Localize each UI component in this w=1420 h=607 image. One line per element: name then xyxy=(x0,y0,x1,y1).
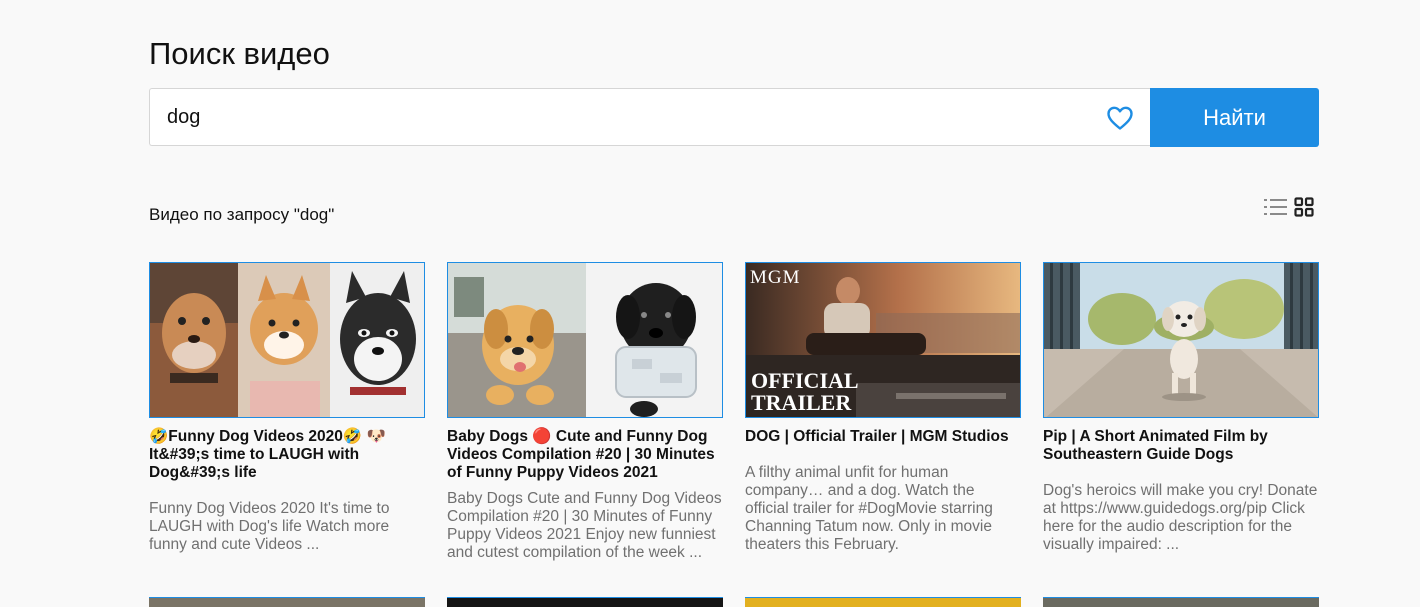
video-title[interactable]: Pip | A Short Animated Film by Southeast… xyxy=(1043,428,1319,464)
video-card: MGM OFFICIAL TRAILER DOG | Official Trai… xyxy=(745,262,1021,554)
thumbnail-caption-line1: OFFICIAL xyxy=(751,368,859,393)
video-card: Pip | A Short Animated Film by Southeast… xyxy=(1043,262,1319,554)
view-toggle xyxy=(1263,196,1319,218)
video-description: A filthy animal unfit for human company…… xyxy=(745,464,993,553)
search-box xyxy=(149,88,1150,146)
search-button[interactable]: Найти xyxy=(1150,88,1319,147)
video-thumbnail[interactable] xyxy=(149,597,425,607)
thumbnail-brand: MGM xyxy=(750,267,801,288)
video-title[interactable]: 🤣Funny Dog Videos 2020🤣 🐶 It&#39;s time … xyxy=(149,428,425,482)
video-search-page: Поиск видео Найти Видео по запросу "dog" xyxy=(0,0,1420,607)
video-thumbnail[interactable] xyxy=(447,597,723,607)
results-heading: Видео по запросу "dog" xyxy=(149,205,335,224)
video-thumbnail[interactable] xyxy=(149,262,425,418)
video-thumbnail[interactable] xyxy=(447,262,723,418)
thumbnail-caption-line2: TRAILER xyxy=(751,390,852,415)
video-description: Dog's heroics will make you cry! Donate … xyxy=(1043,482,1318,553)
video-title[interactable]: DOG | Official Trailer | MGM Studios xyxy=(745,428,1021,446)
video-card: Baby Dogs 🔴 Cute and Funny Dog Videos Co… xyxy=(447,262,723,562)
grid-view-icon[interactable] xyxy=(1294,197,1314,217)
video-title[interactable]: Baby Dogs 🔴 Cute and Funny Dog Videos Co… xyxy=(447,428,723,482)
video-thumbnail[interactable]: MGM OFFICIAL TRAILER xyxy=(745,262,1021,418)
page-title: Поиск видео xyxy=(149,36,330,71)
list-view-icon[interactable] xyxy=(1263,196,1289,218)
video-card: 🤣Funny Dog Videos 2020🤣 🐶 It&#39;s time … xyxy=(149,262,425,554)
video-thumbnail[interactable] xyxy=(1043,597,1319,607)
video-description: Baby Dogs Cute and Funny Dog Videos Comp… xyxy=(447,490,722,561)
video-description: Funny Dog Videos 2020 It's time to LAUGH… xyxy=(149,500,390,553)
search-input[interactable] xyxy=(150,89,1090,145)
video-thumbnail[interactable] xyxy=(745,597,1021,607)
video-thumbnail[interactable] xyxy=(1043,262,1319,418)
heart-icon[interactable] xyxy=(1106,105,1134,131)
